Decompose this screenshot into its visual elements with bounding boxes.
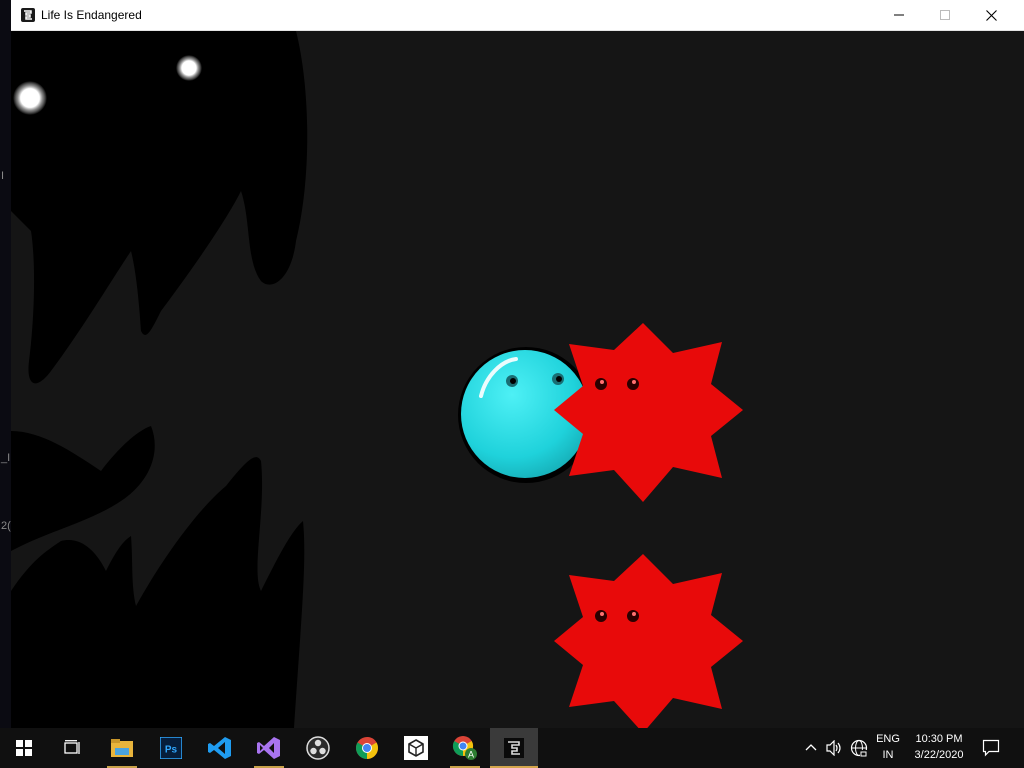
minimize-button[interactable] xyxy=(876,0,922,30)
profile-badge: A xyxy=(468,750,474,760)
monster-eye xyxy=(13,81,47,115)
enemy-star xyxy=(554,323,743,502)
chrome-profile-button[interactable]: A xyxy=(441,728,489,768)
enemy-eye xyxy=(627,378,639,390)
obs-icon xyxy=(306,736,330,760)
photoshop-label: Ps xyxy=(165,745,178,756)
visual-studio-button[interactable] xyxy=(245,728,293,768)
enemy-star xyxy=(554,554,743,728)
task-view-icon xyxy=(64,740,80,754)
chrome-icon xyxy=(356,737,378,759)
input-language-indicator[interactable]: ENG IN xyxy=(872,733,904,762)
network-globe-icon[interactable] xyxy=(850,739,868,757)
visual-studio-icon xyxy=(257,737,280,759)
enemy-eye xyxy=(627,610,639,622)
desktop-text-fragment: I xyxy=(1,170,5,182)
vscode-button[interactable] xyxy=(196,728,244,768)
window-title: Life Is Endangered xyxy=(41,8,142,22)
notification-center-icon[interactable] xyxy=(982,739,1000,757)
chrome-button[interactable] xyxy=(343,728,391,768)
start-button[interactable] xyxy=(0,728,48,768)
start-icon xyxy=(16,740,32,756)
clock-date: 3/22/2020 xyxy=(914,749,964,761)
task-view-button[interactable] xyxy=(48,728,96,768)
title-bar[interactable]: Life Is Endangered xyxy=(11,0,1024,31)
game-window: Life Is Endangered xyxy=(11,0,1024,728)
clock[interactable]: 10:30 PM 3/22/2020 xyxy=(906,733,972,762)
close-button[interactable] xyxy=(968,0,1014,30)
photoshop-button[interactable]: Ps xyxy=(147,728,195,768)
enemy-eye xyxy=(595,610,607,622)
maximize-button[interactable] xyxy=(922,0,968,30)
obs-button[interactable] xyxy=(294,728,342,768)
vscode-icon xyxy=(208,737,231,759)
region-code: IN xyxy=(882,749,894,761)
shadow-monster xyxy=(11,31,308,728)
close-icon xyxy=(985,9,997,21)
chevron-up-icon[interactable] xyxy=(805,743,817,751)
game-canvas[interactable] xyxy=(11,31,1024,728)
chrome-profile-icon: A xyxy=(452,736,477,760)
life-is-endangered-icon xyxy=(504,738,524,758)
app-icon xyxy=(21,8,35,22)
photoshop-icon: Ps xyxy=(160,737,182,759)
enemy-eye xyxy=(595,378,607,390)
maximize-icon xyxy=(940,10,950,20)
volume-icon[interactable] xyxy=(826,740,844,756)
file-explorer-button[interactable] xyxy=(98,728,146,768)
minimize-icon xyxy=(894,14,904,16)
monster-eye xyxy=(176,55,202,81)
unity-button[interactable] xyxy=(392,728,440,768)
file-explorer-icon xyxy=(111,739,133,757)
clock-time: 10:30 PM xyxy=(915,733,963,745)
desktop-background-strip: I _I 2( xyxy=(0,0,11,728)
player-eye-pupil xyxy=(556,376,562,382)
unity-icon xyxy=(404,736,428,760)
desktop-text-fragment: 2( xyxy=(1,520,11,532)
taskbar: Ps A ENG IN 10:30 PM 3/22/2020 xyxy=(0,728,1024,768)
language-code: ENG xyxy=(876,733,900,745)
life-is-endangered-taskbar-button[interactable] xyxy=(490,728,538,768)
desktop-text-fragment: _I xyxy=(1,452,11,464)
player-eye-pupil xyxy=(510,378,516,384)
